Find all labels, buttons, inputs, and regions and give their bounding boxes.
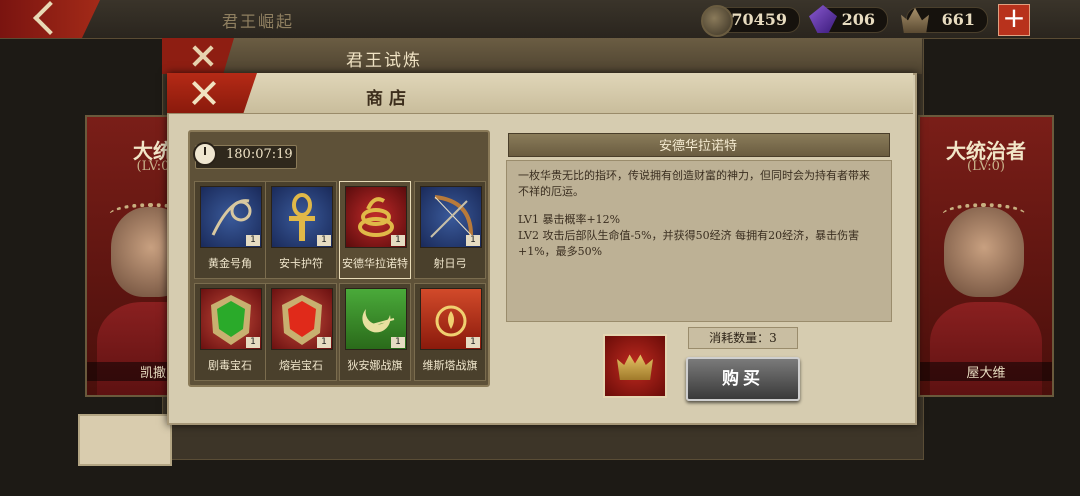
item-name: 狄安娜战旗 xyxy=(347,359,403,372)
laurel-icon xyxy=(942,203,1026,227)
item-name: 安德华拉诺特 xyxy=(342,257,408,270)
bottom-left-button[interactable] xyxy=(78,414,172,466)
stopwatch-icon xyxy=(193,142,217,166)
shop-item-lava-gem[interactable]: 1 熔岩宝石 xyxy=(265,283,337,381)
back-arrow-icon xyxy=(33,1,67,35)
shop-item-vesta-banner[interactable]: 1 维斯塔战旗 xyxy=(414,283,486,381)
item-quantity: 1 xyxy=(466,337,480,348)
buy-button[interactable]: 购买 xyxy=(686,357,800,401)
shop-close-button[interactable] xyxy=(167,73,257,113)
refresh-timer: 180:07:19 xyxy=(226,147,293,162)
item-quantity: 1 xyxy=(317,235,331,246)
coin-counter: 70459 xyxy=(701,5,800,37)
gem-value: 206 xyxy=(841,10,875,29)
coin-value: 70459 xyxy=(731,10,787,29)
crown-token-counter: 661 xyxy=(901,7,988,33)
shop-title: 商店 xyxy=(366,89,412,109)
item-quantity: 1 xyxy=(246,235,260,246)
item-name: 熔岩宝石 xyxy=(279,359,323,372)
item-quantity: 1 xyxy=(466,235,480,246)
gem-counter: 206 xyxy=(809,5,888,33)
shop-item-golden-horn[interactable]: 1 黄金号角 xyxy=(194,181,266,279)
shop-item-poison-gem[interactable]: 1 剧毒宝石 xyxy=(194,283,266,381)
hero-level: (LV:0) xyxy=(967,159,1005,174)
item-quantity: 1 xyxy=(391,235,405,246)
level-2-effect: LV2 攻击后部队生命值-5%，并获得50经济 每拥有20经济，暴击伤害+1%，… xyxy=(518,229,860,258)
shop-header xyxy=(167,73,913,114)
shop-item-sun-bow[interactable]: 1 射日弓 xyxy=(414,181,486,279)
trial-close-button[interactable] xyxy=(162,38,234,74)
item-name: 剧毒宝石 xyxy=(208,359,252,372)
trial-header xyxy=(162,38,922,74)
shop-item-diana-banner[interactable]: 1 狄安娜战旗 xyxy=(339,283,411,381)
item-name: 安卡护符 xyxy=(279,257,323,270)
cost-label: 消耗数量：3 xyxy=(688,327,798,349)
page-title: 君王崛起 xyxy=(222,12,295,31)
crown-shield-icon xyxy=(603,334,667,398)
item-name: 维斯塔战旗 xyxy=(422,359,478,372)
item-quantity: 1 xyxy=(317,337,331,348)
shop-item-ankh-amulet[interactable]: 1 安卡护符 xyxy=(265,181,337,279)
item-quantity: 1 xyxy=(246,337,260,348)
crown-token-value: 661 xyxy=(941,10,975,29)
detail-title: 安德华拉诺特 xyxy=(658,139,737,154)
detail-text: 一枚华贵无比的指环，传说拥有创造财富的神力，但同时会为持有者带来不祥的厄运。 L… xyxy=(518,168,878,260)
hero-card-right[interactable]: 大统治者 (LV:0) 屋大维 xyxy=(918,115,1054,397)
hero-name: 屋大维 xyxy=(920,362,1052,381)
shop-item-andvaranaut[interactable]: 1 安德华拉诺特 xyxy=(339,181,411,279)
trial-title: 君王试炼 xyxy=(346,51,422,71)
item-quantity: 1 xyxy=(391,337,405,348)
item-name: 射日弓 xyxy=(433,257,467,270)
item-name: 黄金号角 xyxy=(208,257,252,270)
add-resource-button[interactable]: + xyxy=(998,4,1030,36)
item-description: 一枚华贵无比的指环，传说拥有创造财富的神力，但同时会为持有者带来不祥的厄运。 xyxy=(518,169,870,198)
hero-body xyxy=(930,302,1042,395)
level-1-effect: LV1 暴击概率+12% xyxy=(518,213,621,226)
coin-icon xyxy=(701,5,733,37)
